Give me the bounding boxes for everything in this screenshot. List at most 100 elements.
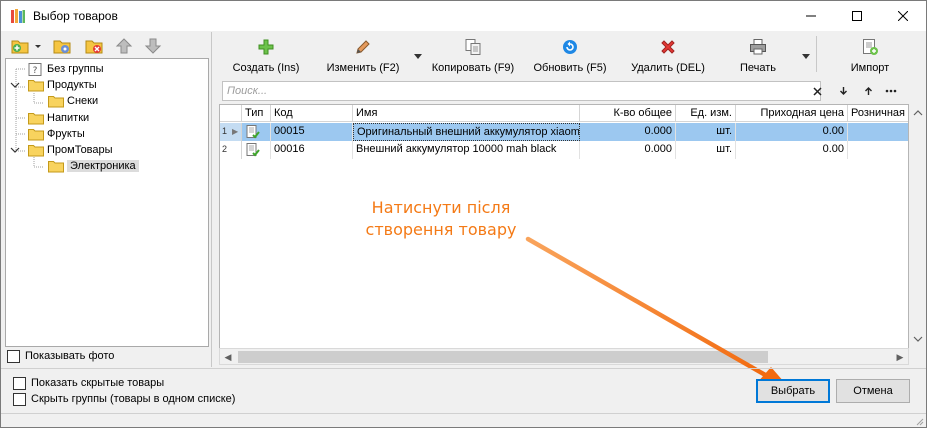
table-row[interactable]: 1 ▶ 00015 Оригинальный внешний аккумулято… xyxy=(220,123,908,141)
tree-item-fruits[interactable]: Фрукты xyxy=(28,126,85,142)
copy-button[interactable]: Копировать (F9) xyxy=(427,32,519,76)
close-button[interactable] xyxy=(880,1,926,31)
column-header-purchase-price[interactable]: Приходная цена xyxy=(736,105,848,122)
annotation-line-1: Натиснути після xyxy=(371,198,511,217)
row-purchase-price-cell: 0.00 xyxy=(736,141,848,159)
tree-item-label: Напитки xyxy=(47,112,90,124)
clear-icon xyxy=(812,86,822,96)
tree-item-label: ПромТовары xyxy=(47,144,113,156)
row-type-cell xyxy=(242,141,271,159)
tree-item-label: Без группы xyxy=(47,63,104,75)
column-header-retail-price[interactable]: Розничная цена xyxy=(848,105,908,122)
grid-header: Тип Код Имя К-во общее Ед. изм. Приходна… xyxy=(220,105,908,122)
show-hidden-checkbox[interactable]: Показать скрытые товары xyxy=(13,375,164,391)
row-name-cell[interactable]: Оригинальный внешний аккумулятор xiaomi xyxy=(353,123,580,141)
books-app-icon xyxy=(11,9,25,23)
scroll-up-icon[interactable] xyxy=(910,106,926,120)
resize-grip-icon[interactable] xyxy=(914,416,924,426)
row-number: 2 xyxy=(222,144,228,154)
edit-group-icon[interactable] xyxy=(53,37,71,55)
tree-item-electronics[interactable]: Электроника xyxy=(48,158,139,174)
table-row[interactable]: 2 00016 Внешний аккумулятор 10000 mah bl… xyxy=(220,141,908,159)
hide-groups-checkbox[interactable]: Скрыть группы (товары в одном списке) xyxy=(13,391,235,407)
horizontal-scrollbar[interactable]: ◀ ▶ xyxy=(219,348,909,365)
row-retail-price-cell xyxy=(848,141,908,159)
title-bar: Выбор товаров xyxy=(1,1,926,31)
refresh-button[interactable]: Обновить (F5) xyxy=(529,32,611,76)
checkbox-box[interactable] xyxy=(7,349,20,363)
column-header-name[interactable]: Имя xyxy=(353,105,580,122)
row-quantity-cell: 0.000 xyxy=(580,123,676,141)
delete-button[interactable]: Удалить (DEL) xyxy=(627,32,709,76)
horizontal-scroll-thumb[interactable] xyxy=(238,351,768,363)
next-match-button[interactable] xyxy=(833,82,853,100)
tree-item-drinks[interactable]: Напитки xyxy=(28,110,89,126)
svg-text:?: ? xyxy=(33,66,38,76)
column-header-quantity[interactable]: К-во общее xyxy=(580,105,676,122)
import-button[interactable]: Импорт xyxy=(839,32,901,76)
plus-icon xyxy=(258,39,274,55)
no-group-icon: ? xyxy=(28,62,42,76)
prev-match-button[interactable] xyxy=(858,82,878,100)
delete-label: Удалить (DEL) xyxy=(631,62,705,74)
cancel-button[interactable]: Отмена xyxy=(836,379,910,403)
edit-dropdown-icon[interactable] xyxy=(414,54,422,60)
show-photo-checkbox[interactable]: Показывать фото xyxy=(7,348,209,364)
tree-item-no-group[interactable]: ? Без группы xyxy=(28,61,104,77)
current-row-arrow-icon: ▶ xyxy=(232,127,239,136)
row-unit-cell: шт. xyxy=(676,141,736,159)
minimize-icon xyxy=(806,15,816,17)
more-options-button[interactable] xyxy=(881,82,901,100)
column-header-unit[interactable]: Ед. изм. xyxy=(676,105,736,122)
copy-label: Копировать (F9) xyxy=(431,62,515,74)
tree-item-industrial-goods[interactable]: ПромТовары xyxy=(28,142,113,158)
collapse-chevron-icon[interactable] xyxy=(10,145,20,155)
tree-item-snacks[interactable]: Снеки xyxy=(48,93,98,109)
select-button[interactable]: Выбрать xyxy=(756,379,830,403)
checkbox-box[interactable] xyxy=(13,376,26,390)
minimize-button[interactable] xyxy=(788,1,834,31)
tree-item-label: Снеки xyxy=(67,95,99,107)
scroll-down-icon[interactable] xyxy=(910,332,926,346)
show-photo-label: Показывать фото xyxy=(25,350,115,362)
edit-button[interactable]: Изменить (F2) xyxy=(320,32,406,76)
scroll-right-icon[interactable]: ▶ xyxy=(894,351,906,363)
delete-group-icon[interactable] xyxy=(85,37,103,55)
folder-icon xyxy=(28,79,44,91)
panel-splitter[interactable] xyxy=(211,32,216,367)
column-header-type[interactable]: Тип xyxy=(242,105,271,122)
row-type-cell xyxy=(242,123,271,141)
vertical-scrollbar[interactable] xyxy=(910,104,926,348)
row-quantity-cell: 0.000 xyxy=(580,141,676,159)
folder-open-icon xyxy=(48,160,64,172)
search-input[interactable] xyxy=(222,81,821,101)
checkbox-box[interactable] xyxy=(13,392,26,406)
row-number: 1 xyxy=(222,126,228,136)
maximize-button[interactable] xyxy=(834,1,880,31)
annotation-callout: Натиснути після створення товару xyxy=(351,197,531,241)
scroll-left-icon[interactable]: ◀ xyxy=(222,351,234,363)
folder-icon xyxy=(28,128,44,140)
window-title: Выбор товаров xyxy=(33,9,118,23)
tree-item-label: Продукты xyxy=(47,79,97,91)
dropdown-arrow-icon[interactable] xyxy=(33,37,43,55)
print-button[interactable]: Печать xyxy=(727,32,789,76)
move-down-icon[interactable] xyxy=(144,37,162,55)
group-tree[interactable]: ? Без группы Продукты Снеки Напитки Фрук… xyxy=(5,58,209,347)
hide-groups-label: Скрыть группы (товары в одном списке) xyxy=(31,393,236,405)
move-up-icon[interactable] xyxy=(115,37,133,55)
row-code-cell: 00016 xyxy=(271,141,353,159)
create-button[interactable]: Создать (Ins) xyxy=(225,32,307,76)
collapse-chevron-icon[interactable] xyxy=(10,80,20,90)
products-grid[interactable]: Тип Код Имя К-во общее Ед. изм. Приходна… xyxy=(219,104,909,349)
folder-icon xyxy=(48,95,64,107)
tree-item-products[interactable]: Продукты xyxy=(28,77,97,93)
print-dropdown-icon[interactable] xyxy=(802,54,810,60)
maximize-icon xyxy=(852,11,862,21)
copy-icon xyxy=(465,39,481,55)
arrow-down-icon xyxy=(839,87,847,95)
delete-x-icon xyxy=(661,40,675,54)
column-header-code[interactable]: Код xyxy=(271,105,353,122)
add-group-icon[interactable] xyxy=(11,37,29,55)
clear-search-button[interactable] xyxy=(807,82,827,100)
